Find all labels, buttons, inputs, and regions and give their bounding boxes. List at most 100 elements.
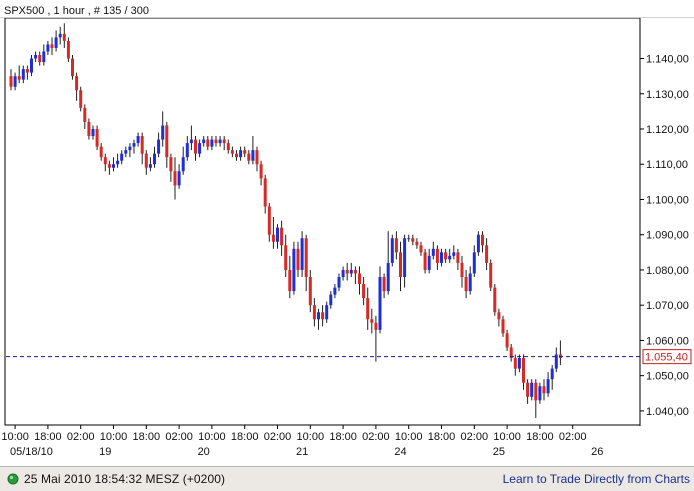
candle-body-down [103,157,107,165]
candle-body-down [50,44,54,48]
candle-body-down [505,333,509,348]
candle-body-down [267,206,271,235]
candle-body-down [230,150,234,154]
candle-body-down [87,121,91,137]
candle-body-up [538,386,542,401]
candle-body-down [144,153,148,168]
candle-body-down [263,178,267,207]
candle-body-down [280,227,284,246]
connection-status-icon [7,473,19,485]
candle-body-down [25,69,29,73]
y-tick-label: 1.050,00 [646,371,689,383]
candle-body-down [296,248,300,270]
candle-body-up [427,255,431,270]
candle-body-down [206,139,210,147]
candle-body-down [497,312,501,320]
candle-body-down [312,305,316,320]
x-date-label: 05/18/10 [10,446,53,458]
candle-body-up [42,51,46,63]
candle-body-up [128,146,132,151]
candle-body-down [243,150,247,154]
x-tick-label: 02:00 [559,431,587,443]
candle-body-down [444,252,448,260]
x-date-label: 20 [198,446,210,458]
candle-body-down [370,319,374,323]
candle-body-down [9,76,13,87]
candle-body-up [21,69,25,80]
y-tick-label: 1.060,00 [646,335,689,347]
candle-body-down [247,153,251,161]
candle-body-up [13,76,17,87]
candle-body-down [394,238,398,253]
candle-body-up [181,157,185,172]
candle-body-down [411,238,415,242]
x-tick-label: 02:00 [362,431,390,443]
candle-body-up [148,164,152,168]
candle-body-up [218,139,222,144]
candle-body-down [107,164,111,168]
plot-area [4,17,641,426]
x-tick-label: 10:00 [198,431,226,443]
x-tick-label: 02:00 [165,431,193,443]
candle-body-down [464,277,468,292]
candle-body-down [140,136,144,154]
candle-body-down [38,55,42,63]
candle-body-up [30,58,33,73]
candle-body-down [99,146,103,158]
x-tick-label: 18:00 [329,431,357,443]
candle-body-up [239,150,243,158]
candle-body-down [435,248,439,263]
candle-body-up [116,160,120,165]
candle-body-up [136,136,140,144]
candle-body-down [522,358,525,383]
candle-body-up [468,273,472,292]
candle-body-up [189,139,193,144]
x-tick-label: 10:00 [1,431,29,443]
candle-body-down [17,76,21,80]
y-tick-label: 1.070,00 [646,300,689,312]
candle-body-up [157,139,161,154]
candle-body-down [345,269,349,274]
candle-body-down [66,40,70,59]
candle-body-down [83,107,87,122]
candle-body-up [177,171,181,186]
x-tick-label: 02:00 [264,431,292,443]
candle-body-down [501,319,505,334]
candle-body-up [476,234,480,253]
x-tick-label: 02:00 [461,431,489,443]
x-date-label: 24 [394,446,406,458]
candle-body-down [259,164,263,179]
candle-body-down [71,58,74,77]
candle-body-up [403,238,407,277]
candle-body-down [526,382,530,397]
candle-body-down [75,76,79,91]
candle-body-down [214,139,218,144]
candle-body-up [349,269,353,274]
candle-body-down [456,252,460,263]
candle [493,284,497,316]
candle-body-down [542,386,546,394]
candle-body-up [431,248,435,256]
candle-body-down [358,273,361,285]
x-tick-label: 02:00 [67,431,95,443]
candle-body-up [132,143,136,147]
candle-body-up [120,153,124,161]
candle-body-down [271,234,275,242]
candle [292,241,296,295]
candle-body-up [46,44,50,52]
candle-body-up [341,269,345,277]
y-tick-label: 1.040,00 [646,406,689,418]
y-tick-label: 1.140,00 [646,54,689,66]
candle-body-down [226,143,230,151]
candle-body-up [530,382,534,397]
learn-to-trade-link[interactable]: Learn to Trade Directly from Charts [503,472,690,486]
candle-body-up [329,294,333,306]
candle-body-up [440,252,443,263]
candle-body-down [419,245,423,253]
candlestick-chart[interactable]: SPX500 , 1 hour , # 135 / 300 1.040,00 1.… [0,0,694,466]
candle-body-up [337,277,341,288]
x-tick-label: 18:00 [526,431,554,443]
y-tick-label: 1.130,00 [646,89,689,101]
candle-body-up [54,37,58,48]
candle-body-up [202,139,206,144]
